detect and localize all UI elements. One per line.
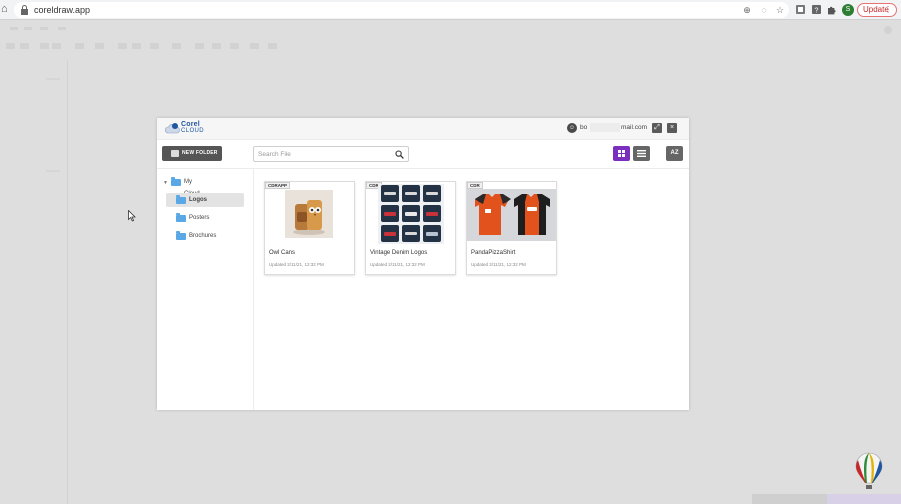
update-button[interactable]: Update ⋮ (857, 3, 897, 17)
expand-icon[interactable]: ⤢ (652, 123, 662, 133)
file-updated-date: Updated 2/11/21, 12:32 PM (269, 262, 324, 267)
new-folder-label: NEW FOLDER (182, 150, 218, 156)
new-folder-icon (171, 150, 179, 157)
file-title: Owl Cans (269, 250, 296, 256)
background-app-toolbar (0, 21, 901, 57)
cloud-balloon-icon (165, 123, 180, 134)
folder-label: Logos (189, 197, 207, 203)
list-view-button[interactable] (633, 146, 650, 161)
new-folder-button[interactable]: NEW FOLDER (162, 146, 222, 161)
user-email-end: mail.com (621, 124, 648, 131)
corel-cloud-logo: Corel CLOUD (165, 121, 207, 137)
sort-az-button[interactable]: AZ (666, 146, 683, 161)
mouse-cursor-icon (128, 210, 136, 222)
close-icon[interactable]: × (667, 123, 677, 133)
lock-icon (21, 5, 28, 15)
toolbar-divider (157, 168, 689, 169)
folder-label: Brochures (189, 233, 217, 239)
sidebar-divider (253, 169, 254, 410)
folder-icon (171, 177, 181, 186)
file-type-badge: CDRAPP (265, 182, 291, 189)
list-icon (637, 150, 646, 157)
taskbar-strip-left (752, 494, 827, 504)
search-box (253, 146, 409, 162)
corel-cloud-dialog: Corel CLOUD ☺ bo mail.com ⤢ × NEW FOLDER… (157, 118, 689, 410)
owl-cans-thumbnail (285, 190, 333, 238)
search-input[interactable] (258, 149, 388, 160)
more-vert-icon: ⋮ (884, 5, 892, 14)
location-icon[interactable]: ⊕ (742, 5, 752, 15)
vintage-denim-logos-thumbnail (378, 184, 444, 244)
bookmark-star-icon[interactable]: ☆ (775, 5, 785, 15)
browser-toolbar: ⌂ coreldraw.app ⊕ ◌ ☆ ? S Update ⋮ (0, 0, 901, 20)
file-card-vintage-denim-logos[interactable]: CDR Vintage Denim Logos Updated 2/11/21,… (365, 181, 456, 275)
extension-icon[interactable] (795, 4, 806, 15)
folder-icon (176, 231, 186, 240)
user-email-start: bo (580, 124, 588, 131)
background-tool (46, 170, 60, 172)
brand-sub: CLOUD (181, 128, 205, 134)
extension-help-icon[interactable]: ? (811, 4, 822, 15)
profile-avatar[interactable]: S (842, 4, 854, 16)
grid-icon (618, 150, 625, 157)
svg-text:?: ? (815, 8, 819, 15)
background-tool (46, 78, 60, 80)
file-title: PandaPizzaShirt (471, 250, 516, 256)
search-icon[interactable] (395, 150, 404, 159)
caret-down-icon[interactable]: ▼ (163, 180, 168, 186)
background-ruler (67, 60, 68, 504)
brand-name: Corel (181, 121, 200, 128)
url-text: coreldraw.app (34, 5, 91, 15)
file-updated-date: Updated 2/11/21, 12:32 PM (370, 262, 425, 267)
home-icon[interactable]: ⌂ (1, 3, 13, 15)
panda-pizza-shirt-thumbnail (467, 189, 556, 241)
address-bar[interactable]: coreldraw.app ⊕ ◌ ☆ (14, 2, 789, 18)
file-title: Vintage Denim Logos (370, 250, 428, 256)
grid-view-button[interactable] (613, 146, 630, 161)
eye-off-icon[interactable]: ◌ (759, 5, 769, 15)
coreldraw-balloon-logo (855, 452, 883, 489)
folder-icon (176, 195, 186, 204)
user-avatar-icon[interactable]: ☺ (567, 123, 577, 133)
puzzle-extensions-icon[interactable] (826, 4, 837, 15)
folder-label: Posters (189, 215, 210, 221)
dialog-header: Corel CLOUD ☺ bo mail.com ⤢ × (157, 118, 689, 140)
file-card-panda-pizza-shirt[interactable]: CDR PandaPizzaShirt Updated 2/11/21, 12:… (466, 181, 557, 275)
folder-icon (176, 213, 186, 222)
email-redaction (590, 123, 620, 132)
file-updated-date: Updated 2/11/21, 12:32 PM (471, 262, 526, 267)
file-card-owl-cans[interactable]: CDRAPP Owl Cans Updated 2/11/21, 12:32 P… (264, 181, 355, 275)
file-type-badge: CDR (467, 182, 483, 189)
